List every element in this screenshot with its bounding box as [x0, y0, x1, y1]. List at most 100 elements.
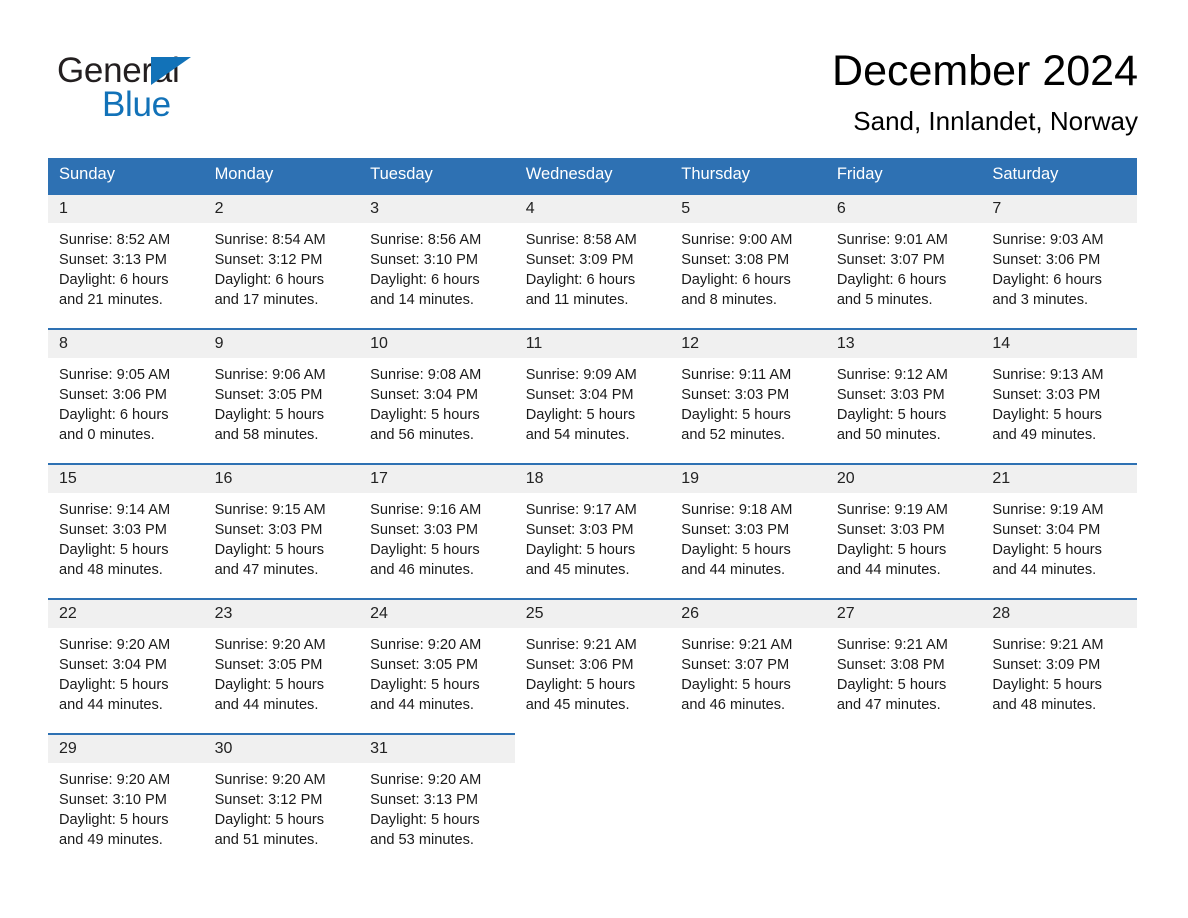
day-number: 28: [981, 600, 1137, 628]
day-cell[interactable]: 1 Sunrise: 8:52 AM Sunset: 3:13 PM Dayli…: [48, 193, 204, 330]
day-cell[interactable]: 24 Sunrise: 9:20 AM Sunset: 3:05 PM Dayl…: [359, 598, 515, 735]
day-cell[interactable]: 2 Sunrise: 8:54 AM Sunset: 3:12 PM Dayli…: [203, 193, 360, 330]
daylight-text-line1: Daylight: 5 hours: [525, 676, 636, 693]
day-cell[interactable]: 27 Sunrise: 9:21 AM Sunset: 3:08 PM Dayl…: [825, 598, 982, 735]
day-number: 23: [203, 600, 360, 628]
day-cell[interactable]: 19 Sunrise: 9:18 AM Sunset: 3:03 PM Dayl…: [670, 463, 826, 600]
daylight-text-line1: Daylight: 5 hours: [681, 541, 791, 558]
sunrise-text: Sunrise: 9:21 AM: [836, 636, 948, 653]
day-cell[interactable]: 3 Sunrise: 8:56 AM Sunset: 3:10 PM Dayli…: [359, 193, 515, 330]
day-number: 18: [514, 465, 671, 493]
daylight-text-line2: and 21 minutes.: [59, 291, 163, 308]
day-number: 8: [48, 330, 204, 358]
day-cell[interactable]: 11 Sunrise: 9:09 AM Sunset: 3:04 PM Dayl…: [514, 328, 671, 465]
daylight-text-line1: Daylight: 5 hours: [59, 541, 169, 558]
sunset-text: Sunset: 3:05 PM: [370, 656, 479, 673]
day-cell[interactable]: 28 Sunrise: 9:21 AM Sunset: 3:09 PM Dayl…: [981, 598, 1137, 735]
logo-text-blue: Blue: [102, 85, 171, 124]
day-cell[interactable]: 12 Sunrise: 9:11 AM Sunset: 3:03 PM Dayl…: [670, 328, 826, 465]
day-details: Sunrise: 9:20 AM Sunset: 3:05 PM Dayligh…: [359, 628, 515, 715]
day-cell[interactable]: 14 Sunrise: 9:13 AM Sunset: 3:03 PM Dayl…: [981, 328, 1137, 465]
day-details: Sunrise: 9:14 AM Sunset: 3:03 PM Dayligh…: [48, 493, 204, 580]
day-number: 6: [825, 195, 982, 223]
daylight-text-line1: Daylight: 5 hours: [525, 541, 636, 558]
daylight-text-line1: Daylight: 5 hours: [836, 406, 947, 423]
day-details: Sunrise: 9:19 AM Sunset: 3:03 PM Dayligh…: [826, 493, 982, 580]
calendar-header-row: Sunday Monday Tuesday Wednesday Thursday…: [48, 158, 1137, 195]
day-number: 13: [825, 330, 982, 358]
sunrise-text: Sunrise: 9:08 AM: [370, 366, 482, 383]
day-cell[interactable]: 21 Sunrise: 9:19 AM Sunset: 3:04 PM Dayl…: [981, 463, 1137, 600]
sunset-text: Sunset: 3:13 PM: [370, 791, 479, 808]
day-cell[interactable]: 26 Sunrise: 9:21 AM Sunset: 3:07 PM Dayl…: [670, 598, 826, 735]
day-cell[interactable]: 25 Sunrise: 9:21 AM Sunset: 3:06 PM Dayl…: [514, 598, 671, 735]
day-cell[interactable]: 23 Sunrise: 9:20 AM Sunset: 3:05 PM Dayl…: [203, 598, 360, 735]
day-details: Sunrise: 9:19 AM Sunset: 3:04 PM Dayligh…: [981, 493, 1137, 580]
day-number: 15: [48, 465, 204, 493]
daylight-text-line2: and 58 minutes.: [214, 426, 319, 443]
day-cell[interactable]: 29 Sunrise: 9:20 AM Sunset: 3:10 PM Dayl…: [48, 733, 204, 870]
day-cell[interactable]: 4 Sunrise: 8:58 AM Sunset: 3:09 PM Dayli…: [514, 193, 671, 330]
daylight-text-line1: Daylight: 5 hours: [370, 811, 480, 828]
day-details: Sunrise: 9:21 AM Sunset: 3:06 PM Dayligh…: [515, 628, 671, 715]
sunset-text: Sunset: 3:03 PM: [59, 521, 167, 538]
day-number: 19: [670, 465, 826, 493]
daylight-text-line2: and 50 minutes.: [836, 426, 941, 443]
calendar-week-row: 15 Sunrise: 9:14 AM Sunset: 3:03 PM Dayl…: [48, 463, 1137, 600]
sunrise-text: Sunrise: 9:06 AM: [214, 366, 326, 383]
day-cell[interactable]: 7 Sunrise: 9:03 AM Sunset: 3:06 PM Dayli…: [981, 193, 1137, 330]
sunrise-text: Sunrise: 9:18 AM: [681, 501, 793, 518]
page-subtitle: Sand, Innlandet, Norway: [853, 106, 1138, 137]
daylight-text-line1: Daylight: 6 hours: [59, 271, 169, 288]
daylight-text-line2: and 8 minutes.: [681, 291, 777, 308]
logo-triangle-icon: [151, 57, 191, 85]
day-number: 1: [48, 195, 204, 223]
calendar-week-row: 1 Sunrise: 8:52 AM Sunset: 3:13 PM Dayli…: [48, 193, 1137, 330]
day-cell[interactable]: 17 Sunrise: 9:16 AM Sunset: 3:03 PM Dayl…: [359, 463, 515, 600]
sunset-text: Sunset: 3:05 PM: [214, 386, 323, 403]
daylight-text-line2: and 53 minutes.: [370, 831, 474, 848]
day-cell[interactable]: 10 Sunrise: 9:08 AM Sunset: 3:04 PM Dayl…: [359, 328, 515, 465]
day-number: 17: [359, 465, 515, 493]
day-cell[interactable]: 8 Sunrise: 9:05 AM Sunset: 3:06 PM Dayli…: [48, 328, 204, 465]
daylight-text-line2: and 45 minutes.: [525, 696, 630, 713]
sunrise-text: Sunrise: 9:03 AM: [992, 231, 1104, 248]
sunrise-text: Sunrise: 9:17 AM: [525, 501, 637, 518]
daylight-text-line2: and 44 minutes.: [992, 561, 1097, 578]
day-cell[interactable]: 9 Sunrise: 9:06 AM Sunset: 3:05 PM Dayli…: [203, 328, 360, 465]
daylight-text-line1: Daylight: 5 hours: [214, 406, 325, 423]
day-details: Sunrise: 9:15 AM Sunset: 3:03 PM Dayligh…: [204, 493, 360, 580]
sunset-text: Sunset: 3:08 PM: [836, 656, 945, 673]
day-details: Sunrise: 9:13 AM Sunset: 3:03 PM Dayligh…: [981, 358, 1137, 445]
day-cell[interactable]: 22 Sunrise: 9:20 AM Sunset: 3:04 PM Dayl…: [48, 598, 204, 735]
title-block: December 2024 Sand, Innlandet, Norway: [832, 45, 1138, 137]
day-cell[interactable]: 6 Sunrise: 9:01 AM Sunset: 3:07 PM Dayli…: [825, 193, 982, 330]
day-details: Sunrise: 9:16 AM Sunset: 3:03 PM Dayligh…: [359, 493, 515, 580]
day-cell[interactable]: 5 Sunrise: 9:00 AM Sunset: 3:08 PM Dayli…: [670, 193, 826, 330]
daylight-text-line2: and 44 minutes.: [836, 561, 941, 578]
day-number: 16: [203, 465, 360, 493]
weekday-header-friday: Friday: [825, 158, 982, 195]
calendar-week-row: 22 Sunrise: 9:20 AM Sunset: 3:04 PM Dayl…: [48, 598, 1137, 735]
sunrise-text: Sunrise: 9:12 AM: [836, 366, 948, 383]
day-cell[interactable]: 18 Sunrise: 9:17 AM Sunset: 3:03 PM Dayl…: [514, 463, 671, 600]
day-cell[interactable]: 16 Sunrise: 9:15 AM Sunset: 3:03 PM Dayl…: [203, 463, 360, 600]
day-details: Sunrise: 9:03 AM Sunset: 3:06 PM Dayligh…: [981, 223, 1137, 310]
day-details: Sunrise: 9:01 AM Sunset: 3:07 PM Dayligh…: [826, 223, 982, 310]
day-cell[interactable]: 30 Sunrise: 9:20 AM Sunset: 3:12 PM Dayl…: [203, 733, 360, 870]
sunrise-text: Sunrise: 9:20 AM: [214, 771, 326, 788]
daylight-text-line2: and 46 minutes.: [370, 561, 474, 578]
day-number: [515, 734, 671, 756]
day-cell[interactable]: 20 Sunrise: 9:19 AM Sunset: 3:03 PM Dayl…: [825, 463, 982, 600]
day-cell[interactable]: 13 Sunrise: 9:12 AM Sunset: 3:03 PM Dayl…: [825, 328, 982, 465]
daylight-text-line2: and 54 minutes.: [525, 426, 630, 443]
sunset-text: Sunset: 3:03 PM: [214, 521, 323, 538]
daylight-text-line1: Daylight: 5 hours: [214, 811, 325, 828]
day-cell[interactable]: 15 Sunrise: 9:14 AM Sunset: 3:03 PM Dayl…: [48, 463, 204, 600]
generalblue-logo[interactable]: General Blue: [57, 45, 207, 123]
day-details: Sunrise: 9:21 AM Sunset: 3:09 PM Dayligh…: [981, 628, 1137, 715]
sunrise-text: Sunrise: 9:00 AM: [681, 231, 793, 248]
daylight-text-line1: Daylight: 5 hours: [370, 676, 480, 693]
day-cell[interactable]: 31 Sunrise: 9:20 AM Sunset: 3:13 PM Dayl…: [359, 733, 515, 870]
day-cell-empty: [826, 734, 982, 869]
